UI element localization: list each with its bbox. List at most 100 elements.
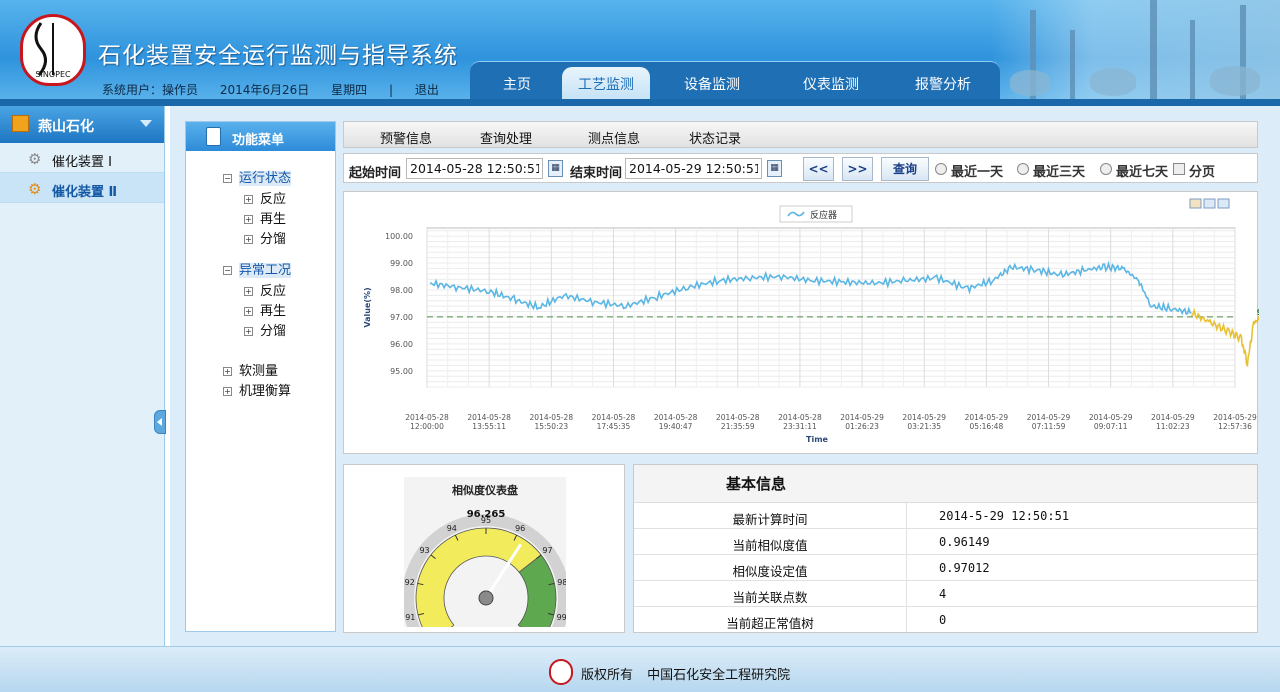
copyright-label: 版权所有 bbox=[581, 668, 634, 683]
x-tick-label: 2014-05-28 bbox=[530, 413, 574, 422]
export-icon[interactable] bbox=[1217, 198, 1230, 209]
prev-button[interactable]: << bbox=[803, 157, 834, 181]
expand-icon[interactable]: + bbox=[244, 327, 253, 336]
tree-node-run-status[interactable]: − 运行状态 bbox=[223, 167, 292, 186]
expand-icon[interactable]: + bbox=[223, 387, 232, 396]
range-7day-label: 最近七天 bbox=[1116, 165, 1169, 180]
tree-node-mechanism-balance[interactable]: + 机理衡算 bbox=[223, 380, 291, 399]
collapse-icon[interactable]: − bbox=[223, 266, 232, 275]
tree-node-reaction[interactable]: + 反应 bbox=[244, 188, 286, 207]
expand-icon[interactable]: + bbox=[223, 367, 232, 376]
gauge-tick-label: 91 bbox=[405, 613, 415, 622]
nav-alarm-analysis[interactable]: 报警分析 bbox=[915, 74, 971, 94]
search-button[interactable]: 查询 bbox=[881, 157, 929, 181]
last-value-label: 97.91 bbox=[1257, 308, 1259, 317]
query-toolbar: 起始时间 ▦ 结束时间 ▦ << >> 查询 最近一天 最近三天 最近七天 分页 bbox=[343, 153, 1258, 183]
chevron-down-icon[interactable] bbox=[140, 120, 152, 127]
current-weekday: 星期四 bbox=[331, 83, 368, 97]
x-tick-label: 2014-05-28 bbox=[716, 413, 760, 422]
x-tick-label: 09:07:11 bbox=[1094, 422, 1128, 431]
x-tick-label: 2014-05-28 bbox=[592, 413, 636, 422]
similarity-gauge-panel: 相似度仪表盘9091929394959697989910096.265 bbox=[343, 464, 625, 633]
function-menu-header: 功能菜单 bbox=[186, 122, 335, 151]
x-tick-label: 03:21:35 bbox=[907, 422, 941, 431]
x-tick-label: 2014-05-28 bbox=[654, 413, 698, 422]
expand-icon[interactable]: + bbox=[244, 287, 253, 296]
expand-icon[interactable]: + bbox=[244, 195, 253, 204]
sidebar-collapse-handle[interactable] bbox=[154, 410, 166, 434]
zoom-icon[interactable] bbox=[1189, 198, 1202, 209]
calendar-icon[interactable]: ▦ bbox=[548, 160, 563, 177]
range-1day-radio[interactable] bbox=[935, 163, 947, 175]
x-tick-label: 01:26:23 bbox=[845, 422, 879, 431]
x-tick-label: 17:45:35 bbox=[597, 422, 631, 431]
tab-status-log[interactable]: 状态记录 bbox=[689, 128, 741, 147]
header-divider bbox=[0, 99, 1280, 106]
gauge-tick-label: 98 bbox=[557, 578, 566, 587]
x-axis-label: Time bbox=[806, 435, 829, 444]
x-tick-label: 11:02:23 bbox=[1156, 422, 1190, 431]
start-time-input[interactable] bbox=[406, 158, 543, 179]
y-tick-label: 96.00 bbox=[390, 340, 413, 349]
logout-link[interactable]: 退出 bbox=[415, 83, 439, 97]
factory-icon bbox=[12, 115, 29, 132]
sidebar-item-unit-1[interactable]: ⚙ 催化装置 Ⅰ bbox=[0, 143, 164, 173]
nav-instrument-monitor[interactable]: 仪表监测 bbox=[803, 74, 859, 94]
gauge-hub bbox=[478, 590, 494, 606]
gear-icon: ⚙ bbox=[28, 180, 42, 198]
tree-node-regeneration[interactable]: + 再生 bbox=[244, 300, 286, 319]
info-row: 当前超正常值树 0 bbox=[634, 607, 1257, 633]
x-tick-label: 21:35:59 bbox=[721, 422, 755, 431]
next-button[interactable]: >> bbox=[842, 157, 873, 181]
x-tick-label: 2014-05-29 bbox=[1089, 413, 1133, 422]
nav-home[interactable]: 主页 bbox=[503, 74, 531, 94]
y-tick-label: 95.00 bbox=[390, 367, 413, 376]
book-icon bbox=[206, 127, 221, 146]
expand-icon[interactable]: + bbox=[244, 215, 253, 224]
y-tick-label: 97.00 bbox=[390, 313, 413, 322]
gauge-tick-label: 97 bbox=[542, 546, 552, 555]
expand-icon[interactable]: + bbox=[244, 307, 253, 316]
user-info: 系统用户：操作员 2014年6月26日 星期四 | 退出 bbox=[102, 81, 457, 98]
range-7day-radio[interactable] bbox=[1100, 163, 1112, 175]
app-title: 石化装置安全运行监测与指导系统 bbox=[98, 43, 458, 69]
collapse-icon[interactable]: − bbox=[223, 174, 232, 183]
trend-chart: 100.00 99.00 98.00 97.00 96.00 95.00 2014-05-2… bbox=[363, 198, 1259, 444]
end-time-input[interactable] bbox=[625, 158, 762, 179]
sinopec-logo bbox=[549, 659, 573, 685]
expand-icon[interactable]: + bbox=[244, 235, 253, 244]
logo-text: SINOPEC bbox=[35, 70, 71, 79]
x-tick-label: 23:31:11 bbox=[783, 422, 817, 431]
tab-point-info[interactable]: 测点信息 bbox=[588, 128, 640, 147]
tab-warning-info[interactable]: 预警信息 bbox=[380, 128, 432, 147]
sidebar-item-unit-2[interactable]: ⚙ 催化装置 Ⅱ bbox=[0, 173, 164, 203]
gauge-tick-label: 92 bbox=[405, 578, 415, 587]
sidebar-header[interactable]: 燕山石化 bbox=[0, 106, 164, 143]
x-tick-label: 12:00:00 bbox=[410, 422, 444, 431]
x-tick-label: 2014-05-29 bbox=[1151, 413, 1195, 422]
tree-node-reaction[interactable]: + 反应 bbox=[244, 280, 286, 299]
calendar-icon[interactable]: ▦ bbox=[767, 160, 782, 177]
range-3day-radio[interactable] bbox=[1017, 163, 1029, 175]
y-axis-label: Value(%) bbox=[363, 287, 372, 327]
tree-node-soft-sensor[interactable]: + 软测量 bbox=[223, 360, 278, 379]
tab-query[interactable]: 查询处理 bbox=[480, 128, 532, 147]
tree-node-fractionation[interactable]: + 分馏 bbox=[244, 320, 286, 339]
paging-checkbox[interactable] bbox=[1173, 163, 1185, 175]
function-menu: 功能菜单 − 运行状态 + 反应 + 再生 + 分馏 − 异常工况 + 反应 + 再生 + 分馏… bbox=[185, 121, 336, 632]
tree-node-fractionation[interactable]: + 分馏 bbox=[244, 228, 286, 247]
x-tick-label: 13:55:11 bbox=[472, 422, 506, 431]
tree-node-abnormal[interactable]: − 异常工况 bbox=[223, 259, 292, 278]
fullscreen-icon[interactable] bbox=[1203, 198, 1216, 209]
nav-equipment-monitor[interactable]: 设备监测 bbox=[684, 74, 740, 94]
gauge-title: 相似度仪表盘 bbox=[452, 483, 518, 497]
gauge-tick-label: 99 bbox=[557, 613, 566, 622]
x-tick-label: 2014-05-28 bbox=[778, 413, 822, 422]
sidebar-item-label: 催化装置 Ⅱ bbox=[52, 185, 118, 200]
tree-node-regeneration[interactable]: + 再生 bbox=[244, 208, 286, 227]
gauge-tick-label: 96 bbox=[515, 524, 525, 533]
x-tick-label: 2014-05-29 bbox=[1027, 413, 1071, 422]
paging-label: 分页 bbox=[1189, 165, 1216, 180]
x-tick-label: 2014-05-29 bbox=[902, 413, 946, 422]
gauge-tick-label: 93 bbox=[419, 546, 429, 555]
